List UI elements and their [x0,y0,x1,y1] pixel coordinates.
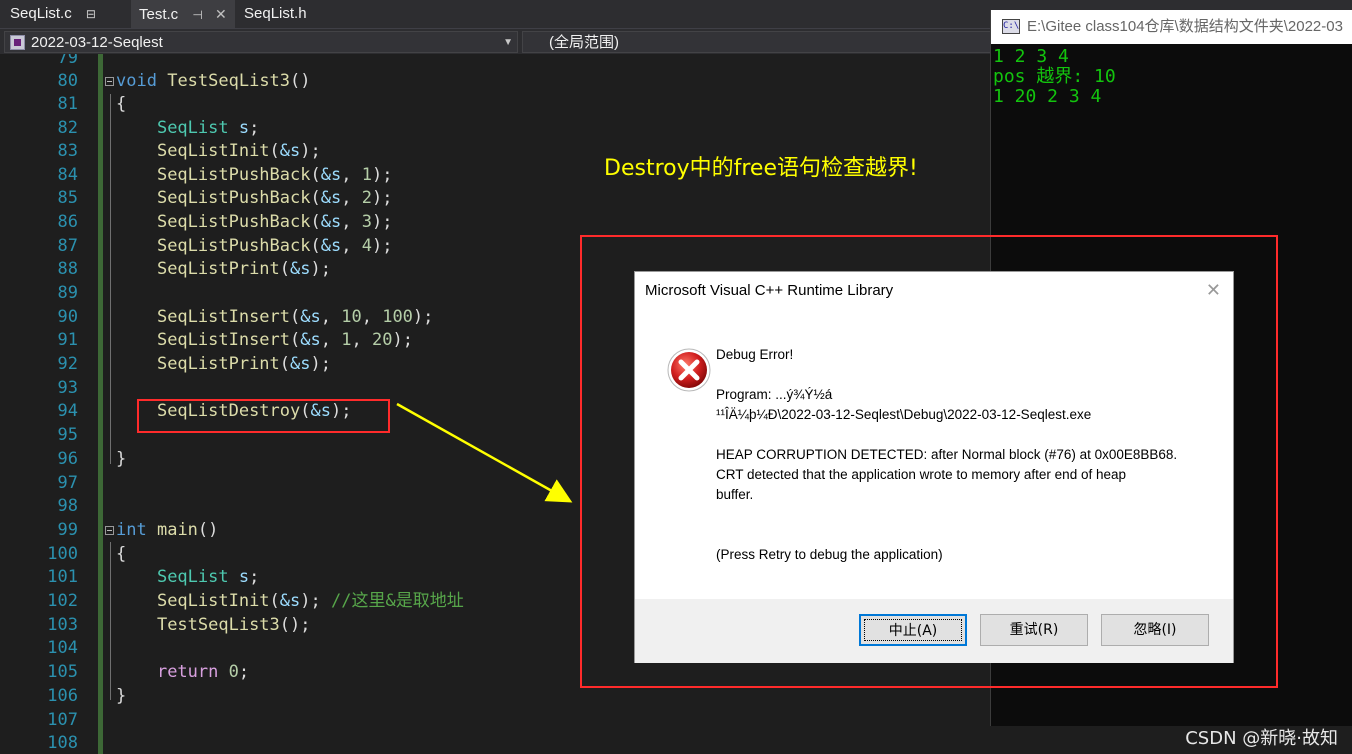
line-number: 87 [57,236,78,256]
close-icon[interactable]: ✕ [215,6,227,22]
project-label: 2022-03-12-Seqlest [31,34,163,51]
line-number: 85 [57,188,78,208]
watermark: CSDN @新晓·故知 [1185,728,1338,749]
code-line: SeqList s; [156,567,260,587]
error-heading: Debug Error! [716,347,794,362]
code-line: SeqListPushBack(&s, 2); [156,188,393,208]
tab-label: Test.c [139,6,179,23]
line-number: 91 [57,330,78,350]
code-line: void TestSeqList3() [116,71,311,91]
code-line: SeqListPushBack(&s, 3); [156,212,393,232]
tab-seqlist-c[interactable]: SeqList.c ⊟ [0,0,128,28]
console-icon: C:\ [1002,19,1020,34]
code-line: TestSeqList3(); [156,615,311,635]
project-dropdown[interactable]: 2022-03-12-Seqlest ▼ [4,31,518,53]
abort-button[interactable]: 中止(A) [859,614,967,646]
collapse-icon[interactable] [105,77,114,86]
code-line: SeqListPrint(&s); [156,259,331,279]
tab-seqlist-h[interactable]: SeqList.h [236,0,336,28]
code-line: } [116,449,127,469]
program-path-line2: ¹¹ÎÄ¼þ¼Ð\2022-03-12-Seqlest\Debug\2022-0… [716,407,1092,422]
project-icon [10,35,25,50]
line-number: 79 [57,54,78,68]
line-number: 83 [57,141,78,161]
code-line: { [116,544,127,564]
change-margin [98,54,103,754]
line-number: 99 [57,520,78,540]
retry-button[interactable]: 重试(R) [980,614,1088,646]
code-line: SeqListInsert(&s, 10, 100); [156,307,434,327]
ignore-button[interactable]: 忽略(I) [1101,614,1209,646]
tab-label: SeqList.h [244,5,307,22]
program-path-line1: Program: ...ý¾Ý½á [716,387,833,402]
error-message-line: buffer. [716,487,754,502]
line-number: 95 [57,425,78,445]
line-number: 89 [57,283,78,303]
indent-guide [110,542,111,700]
console-output-line: pos 越界: 10 [993,66,1116,87]
line-number: 98 [57,496,78,516]
error-icon [667,348,711,392]
retry-label: 重试(R) [1009,622,1059,638]
line-number: 94 [57,401,78,421]
pin-icon[interactable]: ⊣ [192,8,202,22]
ignore-label: 忽略(I) [1133,622,1177,638]
line-number: 101 [47,567,78,587]
code-line: SeqListInit(&s); [156,141,321,161]
code-line: int main() [116,520,219,540]
tab-label: SeqList.c [10,5,72,22]
line-number: 97 [57,473,78,493]
code-line: SeqListInsert(&s, 1, 20); [156,330,413,350]
console-output-line: 1 20 2 3 4 [993,86,1102,107]
code-line: SeqListPushBack(&s, 4); [156,236,393,256]
line-number: 108 [47,733,78,753]
error-message-line: CRT detected that the application wrote … [716,467,1126,482]
dialog-title: Microsoft Visual C++ Runtime Library [645,282,894,299]
line-number: 88 [57,259,78,279]
console-title: E:\Gitee class104仓库\数据结构文件夹\2022-03 [1027,18,1343,35]
code-line: { [116,94,127,114]
line-number: 103 [47,615,78,635]
line-number: 107 [47,710,78,730]
indent-guide [110,94,111,464]
code-line: SeqListPushBack(&s, 1); [156,165,393,185]
line-number: 96 [57,449,78,469]
code-line: } [116,686,127,706]
close-icon[interactable]: ✕ [1206,280,1221,301]
line-number: 86 [57,212,78,232]
destroy-highlight-box [137,399,390,433]
tab-test-c[interactable]: Test.c ⊣ ✕ [131,0,235,28]
collapse-icon[interactable] [105,526,114,535]
debug-error-dialog[interactable]: Microsoft Visual C++ Runtime Library ✕ D… [634,271,1234,663]
line-number: 106 [47,686,78,706]
scope-label: (全局范围) [549,34,619,51]
console-output-line: 1 2 3 4 [993,46,1069,67]
code-line: SeqList s; [156,118,260,138]
scope-dropdown[interactable]: (全局范围) [522,31,992,53]
line-number: 84 [57,165,78,185]
code-line: SeqListPrint(&s); [156,354,331,374]
line-number: 105 [47,662,78,682]
error-message-line: HEAP CORRUPTION DETECTED: after Normal b… [716,447,1178,462]
line-number: 104 [47,638,78,658]
chevron-down-icon[interactable]: ▼ [503,32,513,54]
line-number: 81 [57,94,78,114]
annotation-text: Destroy中的free语句检查越界! [604,156,918,181]
line-number: 93 [57,378,78,398]
line-number: 82 [57,118,78,138]
focus-ring [864,619,962,641]
pin-icon[interactable]: ⊟ [86,7,96,21]
line-number: 80 [57,71,78,91]
line-number: 102 [47,591,78,611]
line-number: 92 [57,354,78,374]
dialog-button-bar: 中止(A) 重试(R) 忽略(I) [635,599,1233,663]
line-number: 100 [47,544,78,564]
line-number: 90 [57,307,78,327]
console-titlebar[interactable]: C:\ E:\Gitee class104仓库\数据结构文件夹\2022-03 [991,10,1352,44]
code-line: return 0; [156,662,250,682]
code-line: SeqListInit(&s); //这里&是取地址 [156,591,464,611]
retry-hint: (Press Retry to debug the application) [716,547,943,562]
